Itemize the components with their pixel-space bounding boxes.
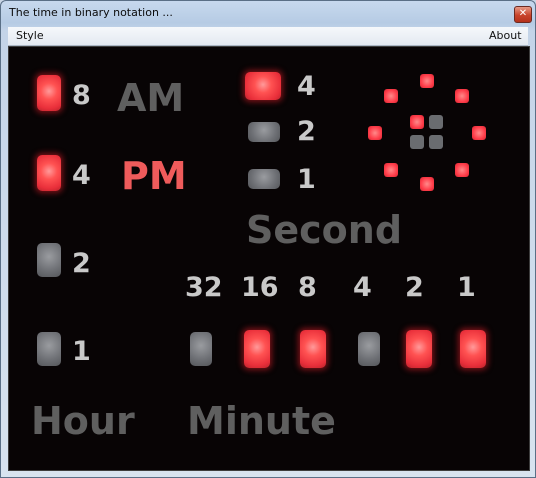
title-bar[interactable]: The time in binary notation ... ✕ (1, 1, 535, 27)
am-indicator: AM (117, 76, 185, 120)
minute-bit-4-led (358, 332, 380, 366)
minute-bit-1-label: 1 (457, 272, 476, 303)
minute-bit-32-label: 32 (185, 272, 223, 303)
dial-dot (384, 89, 398, 103)
minute-bit-32-led (190, 332, 212, 366)
minute-bit-2-label: 2 (405, 272, 424, 303)
dial-dot (455, 163, 469, 177)
second-bit-2-label: 2 (297, 116, 316, 147)
dial-center-dot (429, 115, 443, 129)
minute-bit-2-led (406, 330, 432, 368)
hour-bit-1-led (37, 332, 61, 366)
close-button[interactable]: ✕ (514, 6, 532, 23)
second-bit-4-label: 4 (297, 71, 316, 102)
dial-dot (368, 126, 382, 140)
hour-bit-4-led (37, 155, 61, 191)
app-window: The time in binary notation ... ✕ Style … (0, 0, 536, 478)
dial-center-dot (429, 135, 443, 149)
menu-about[interactable]: About (489, 29, 522, 42)
second-label: Second (246, 208, 403, 252)
minute-bit-4-label: 4 (353, 272, 372, 303)
dial-center-dot (410, 135, 424, 149)
hour-bit-1-label: 1 (72, 336, 91, 367)
second-bit-1-label: 1 (297, 164, 316, 195)
second-bit-2-led (248, 122, 280, 142)
window-title: The time in binary notation ... (9, 6, 173, 19)
hour-bit-8-led (37, 75, 61, 111)
minute-bit-16-label: 16 (241, 272, 279, 303)
second-bit-1-led (248, 169, 280, 189)
dial-center-dot (410, 115, 424, 129)
menu-style[interactable]: Style (16, 29, 44, 42)
minute-bit-8-label: 8 (298, 272, 317, 303)
hour-bit-2-label: 2 (72, 248, 91, 279)
pm-indicator: PM (121, 154, 187, 198)
dial-dot (420, 74, 434, 88)
dial-dot (420, 177, 434, 191)
binary-clock-panel: 8 4 2 1 Hour AM PM 4 2 1 Second 32 16 8 … (8, 46, 530, 471)
menu-bar: Style About (8, 27, 528, 46)
hour-bit-2-led (37, 243, 61, 277)
close-icon: ✕ (518, 8, 528, 19)
minute-label: Minute (187, 399, 336, 443)
minute-bit-8-led (300, 330, 326, 368)
dial-dot (455, 89, 469, 103)
minute-bit-1-led (460, 330, 486, 368)
dial-dot (472, 126, 486, 140)
dial-dot (384, 163, 398, 177)
hour-bit-8-label: 8 (72, 80, 91, 111)
hour-bit-4-label: 4 (72, 160, 91, 191)
minute-bit-16-led (244, 330, 270, 368)
second-bit-4-led (245, 72, 281, 100)
hour-label: Hour (31, 399, 135, 443)
